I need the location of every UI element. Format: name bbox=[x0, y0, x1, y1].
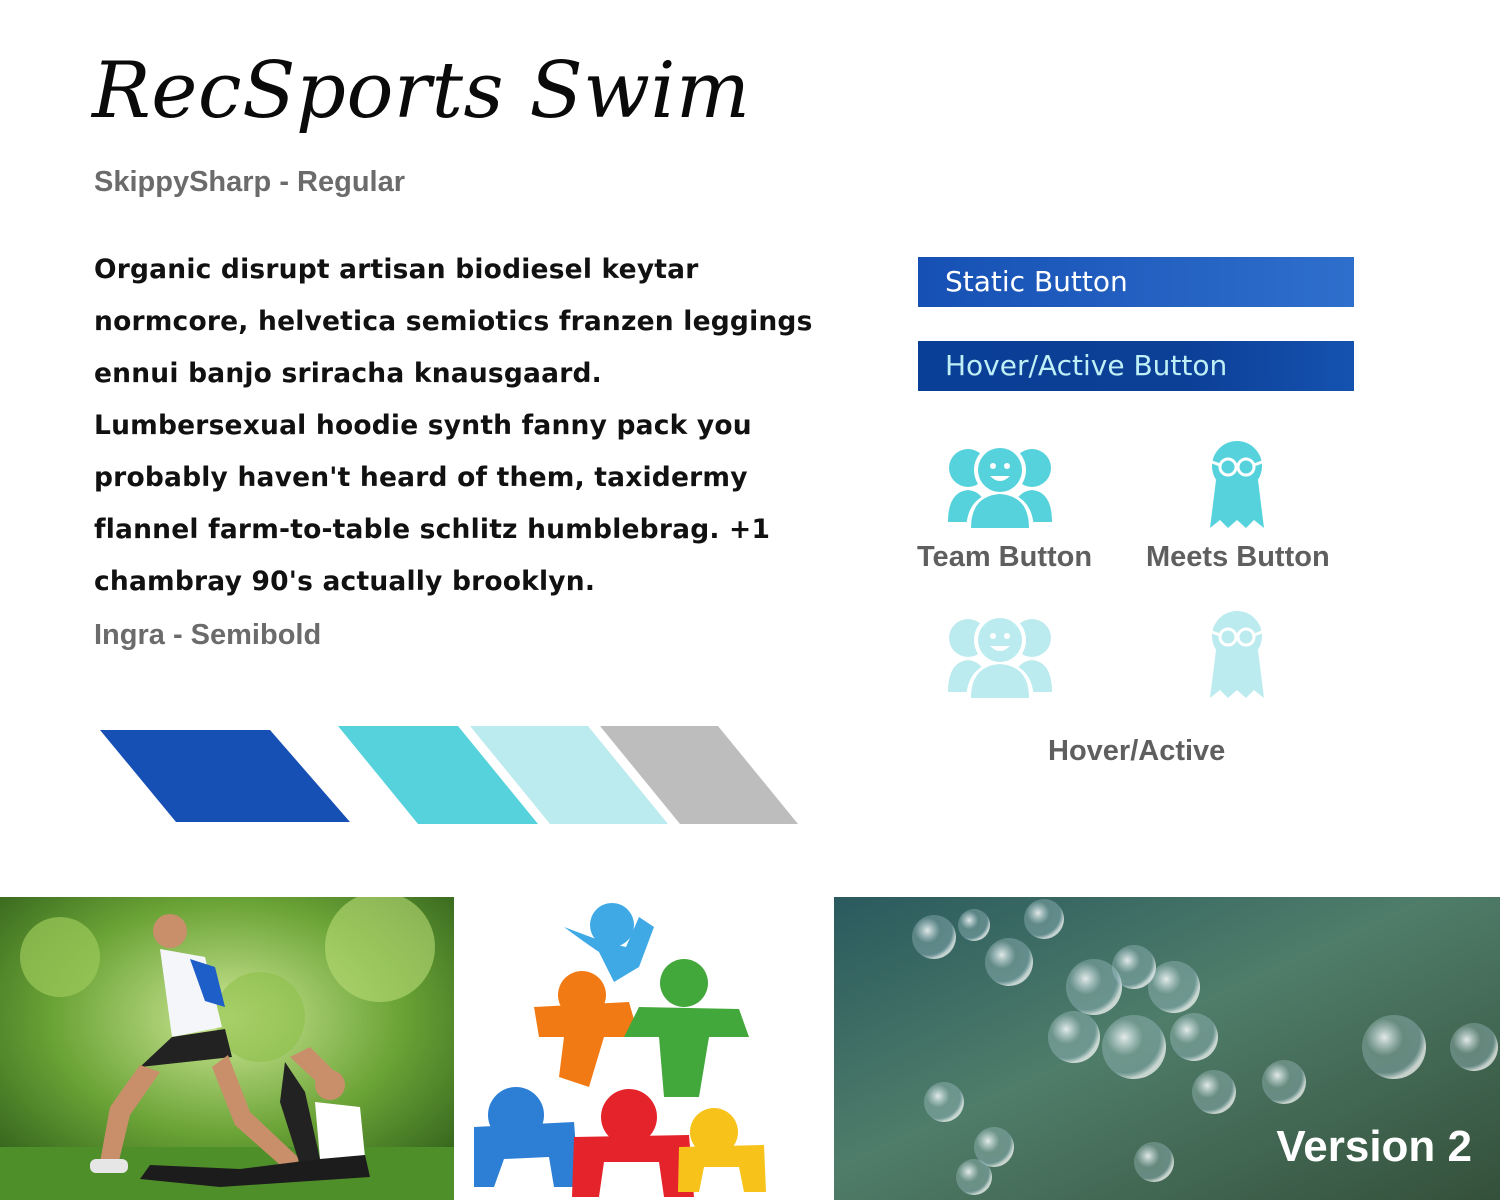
swimmer-icon bbox=[1210, 441, 1264, 528]
team-icon bbox=[948, 444, 1052, 532]
hover-active-caption: Hover/Active bbox=[1048, 735, 1226, 767]
version-label: Version 2 bbox=[1276, 1122, 1472, 1171]
meets-button-hover[interactable] bbox=[1204, 610, 1270, 706]
meets-button[interactable] bbox=[1204, 440, 1270, 536]
title-font-label: SkippySharp - Regular bbox=[94, 166, 406, 198]
body-copy: Organic disrupt artisan biodiesel keytar… bbox=[94, 254, 813, 597]
body-font-label: Ingra - Semibold bbox=[94, 619, 322, 651]
meets-button-label: Meets Button bbox=[1146, 541, 1330, 573]
static-button[interactable]: Static Button bbox=[918, 257, 1354, 307]
team-button[interactable] bbox=[946, 440, 1054, 536]
swimmer-icon-hover bbox=[1210, 611, 1264, 698]
team-button-hover[interactable] bbox=[946, 610, 1054, 706]
bubbles-photo: Version 2 bbox=[834, 897, 1500, 1200]
team-icon-hover bbox=[948, 614, 1052, 702]
hover-active-button[interactable]: Hover/Active Button bbox=[918, 341, 1354, 391]
team-button-label: Team Button bbox=[917, 541, 1093, 573]
color-palette bbox=[100, 726, 798, 824]
clay-figures-photo bbox=[464, 897, 774, 1200]
brand-title: RecSports Swim bbox=[92, 46, 751, 136]
swatch-blue bbox=[100, 730, 350, 822]
stretching-photo bbox=[0, 897, 454, 1200]
